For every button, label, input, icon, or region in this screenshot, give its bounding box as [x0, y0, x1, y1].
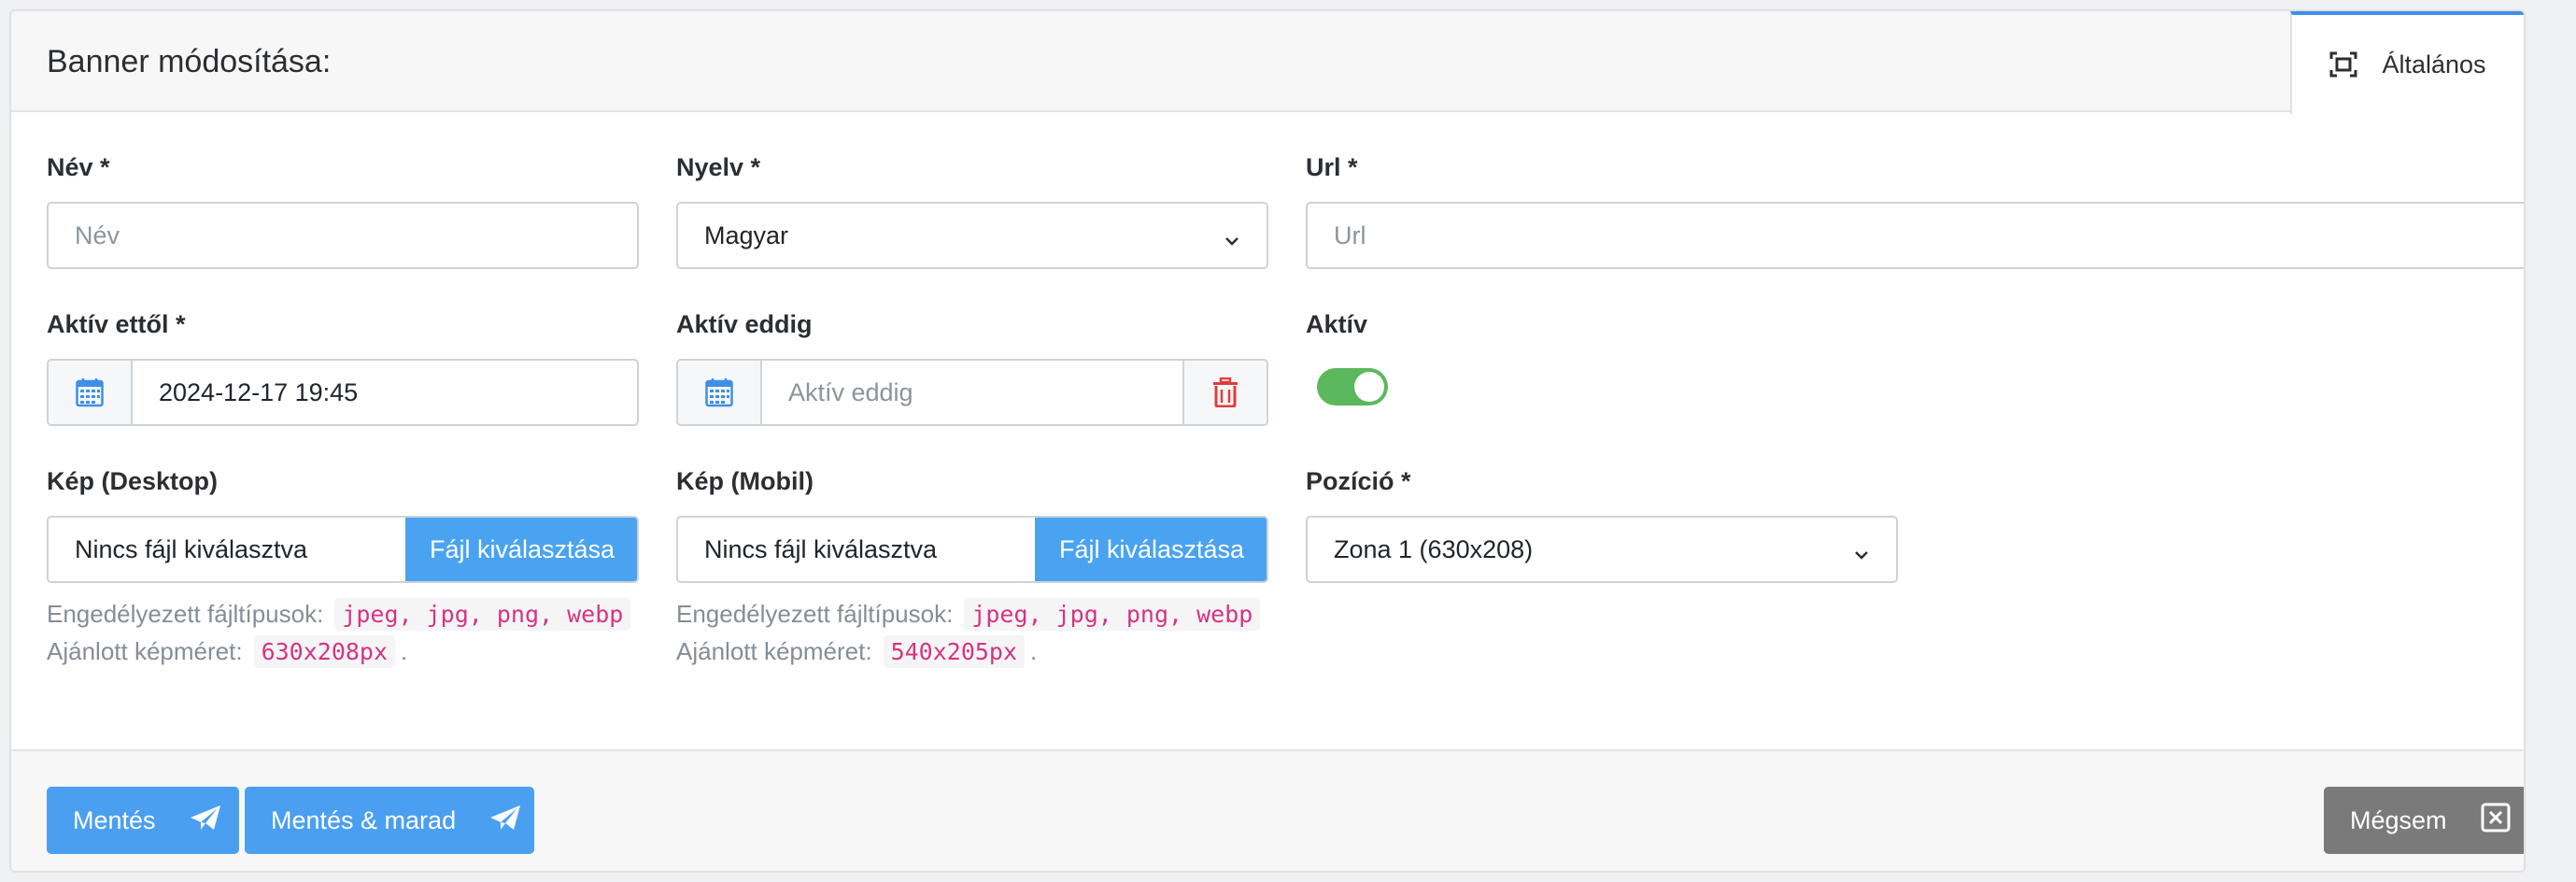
- save-and-stay-button-label: Mentés & marad: [271, 805, 457, 834]
- image-mobile-label: Kép (Mobil): [676, 467, 814, 495]
- image-desktop-recommended-size-help: Ajánlott képméret: 630x208px .: [47, 635, 407, 668]
- position-label: Pozíció *: [1306, 467, 1411, 495]
- image-mobile-recommended-size-help: Ajánlott képméret: 540x205px .: [676, 635, 1037, 668]
- paper-plane-icon: [190, 804, 221, 837]
- tab-general-label: Általános: [2382, 50, 2486, 78]
- url-input[interactable]: [1306, 202, 2524, 269]
- calendar-icon[interactable]: [49, 361, 133, 424]
- recommended-size-suffix: .: [1030, 637, 1038, 665]
- image-mobile-choose-button[interactable]: Fájl kiválasztása: [1035, 518, 1267, 581]
- recommended-size-code: 540x205px: [883, 635, 1026, 668]
- allowed-types-label: Engedélyezett fájltípusok:: [47, 600, 324, 628]
- cancel-button-label: Mégsem: [2350, 805, 2447, 834]
- active-from-value[interactable]: 2024-12-17 19:45: [133, 361, 637, 424]
- cancel-button[interactable]: Mégsem: [2324, 787, 2524, 854]
- image-desktop-allowed-types-help: Engedélyezett fájltípusok: jpeg, jpg, pn…: [47, 598, 631, 631]
- card-header: Banner módosítása: Általános: [11, 11, 2524, 114]
- active-until-label: Aktív eddig: [676, 310, 813, 338]
- banner-edit-card: Banner módosítása: Általános Név * Nyelv…: [9, 9, 2526, 873]
- url-label: Url *: [1306, 153, 1358, 181]
- name-input[interactable]: [47, 202, 639, 269]
- save-button[interactable]: Mentés: [47, 787, 239, 854]
- active-toggle[interactable]: [1317, 368, 1388, 405]
- active-until-placeholder[interactable]: Aktív eddig: [762, 361, 1182, 424]
- page-title: Banner módosítása:: [47, 44, 332, 79]
- position-selected-value: Zona 1 (630x208): [1334, 534, 1534, 563]
- image-desktop-label: Kép (Desktop): [47, 467, 219, 495]
- recommended-size-label: Ajánlott képméret:: [47, 637, 243, 665]
- recommended-size-label: Ajánlott képméret:: [676, 637, 872, 665]
- allowed-types-code: jpeg, jpg, png, webp: [334, 598, 631, 631]
- active-label: Aktív: [1306, 310, 1368, 338]
- trash-icon[interactable]: [1182, 361, 1267, 424]
- allowed-types-code: jpeg, jpg, png, webp: [964, 598, 1261, 631]
- card-footer: Mentés Mentés & marad Mégsem: [11, 749, 2524, 871]
- recommended-size-code: 630x208px: [253, 635, 396, 668]
- active-from-datepicker[interactable]: 2024-12-17 19:45: [47, 359, 639, 426]
- image-mobile-allowed-types-help: Engedélyezett fájltípusok: jpeg, jpg, pn…: [676, 598, 1261, 631]
- active-until-datepicker[interactable]: Aktív eddig: [676, 359, 1268, 426]
- tab-general[interactable]: Általános: [2290, 11, 2524, 114]
- image-mobile-file-status: Nincs fájl kiválasztva: [704, 534, 938, 563]
- save-and-stay-button[interactable]: Mentés & marad: [245, 787, 534, 854]
- recommended-size-suffix: .: [401, 637, 408, 665]
- image-desktop-file-input[interactable]: Nincs fájl kiválasztva Fájl kiválasztása: [47, 516, 639, 583]
- active-from-label: Aktív ettől *: [47, 310, 186, 338]
- chevron-down-icon: [1853, 541, 1870, 570]
- save-button-label: Mentés: [73, 805, 156, 834]
- language-select[interactable]: Magyar: [676, 202, 1268, 269]
- chevron-down-icon: [1224, 227, 1240, 256]
- image-desktop-file-status: Nincs fájl kiválasztva: [75, 534, 308, 563]
- image-desktop-choose-button[interactable]: Fájl kiválasztása: [405, 518, 637, 581]
- language-selected-value: Magyar: [704, 220, 789, 249]
- position-select[interactable]: Zona 1 (630x208): [1306, 516, 1898, 583]
- language-label: Nyelv *: [676, 153, 761, 181]
- close-box-icon: [2481, 803, 2511, 839]
- paper-plane-icon: [489, 804, 521, 837]
- image-mobile-file-input[interactable]: Nincs fájl kiválasztva Fájl kiválasztása: [676, 516, 1268, 583]
- calendar-icon[interactable]: [678, 361, 762, 424]
- toggle-knob: [1354, 372, 1384, 402]
- maximize-icon: [2329, 51, 2357, 78]
- name-label: Név *: [47, 153, 110, 181]
- allowed-types-label: Engedélyezett fájltípusok:: [676, 600, 954, 628]
